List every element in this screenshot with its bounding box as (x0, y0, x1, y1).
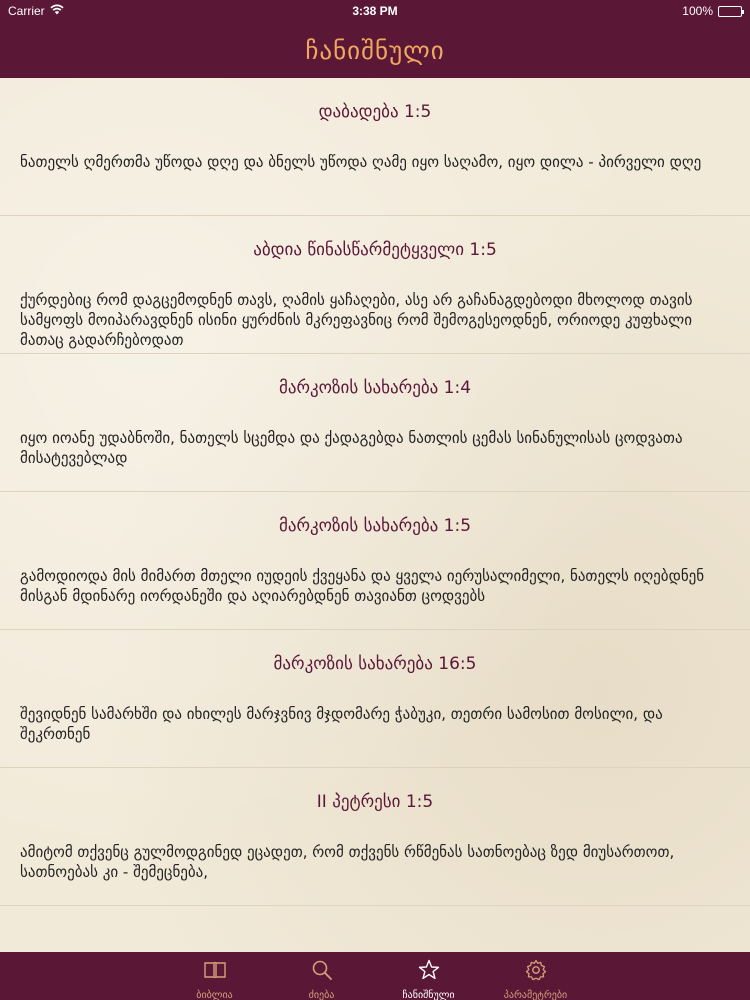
list-item[interactable]: მარკოზის სახარება 1:5 გამოდიოდა მის მიმა… (0, 492, 750, 630)
list-item[interactable]: მარკოზის სახარება 16:5 შევიდნენ სამარხში… (0, 630, 750, 768)
tab-label: ბიბლია (196, 990, 233, 1000)
list-item[interactable]: II პეტრესი 1:5 ამიტომ თქვენც გულმოდგინედ… (0, 768, 750, 906)
battery-icon (718, 5, 744, 17)
tab-bible[interactable]: ბიბლია (161, 952, 268, 1000)
gear-icon (524, 958, 548, 986)
tab-settings[interactable]: პარამეტრები (482, 952, 589, 1000)
tab-label: ჩანიშნული (402, 990, 455, 1000)
page-title: ჩანიშნული (305, 35, 445, 65)
nav-bar: ჩანიშნული (0, 22, 750, 78)
status-right: 100% (682, 4, 744, 18)
search-icon (310, 958, 334, 986)
list-item[interactable]: მარკოზის სახარება 1:4 იყო იოანე უდაბნოში… (0, 354, 750, 492)
verse-text: ნათელს ღმერთმა უწოდა დღე და ბნელს უწოდა … (20, 153, 702, 171)
verse-reference: II პეტრესი 1:5 (316, 792, 434, 812)
tab-label: პარამეტრები (503, 990, 568, 1000)
status-time: 3:38 PM (352, 4, 398, 18)
verse-text: გამოდიოდა მის მიმართ მთელი იუდეის ქვეყან… (20, 567, 705, 605)
verse-text: ამიტომ თქვენც გულმოდგინედ ეცადეთ, რომ თქ… (20, 843, 675, 881)
tab-bookmarks[interactable]: ჩანიშნული (375, 952, 482, 1000)
status-bar: Carrier 3:38 PM 100% (0, 0, 750, 22)
verse-text: ქურდებიც რომ დაგცემოდნენ თავს, ღამის ყაჩ… (20, 291, 693, 349)
star-icon (417, 958, 441, 986)
list-item[interactable]: დაბადება 1:5 ნათელს ღმერთმა უწოდა დღე და… (0, 78, 750, 216)
list-item[interactable]: აბდია წინასწარმეტყველი 1:5 ქურდებიც რომ … (0, 216, 750, 354)
wifi-icon (50, 4, 64, 18)
verse-text: შევიდნენ სამარხში და იხილეს მარჯვნივ მჯდ… (20, 705, 663, 743)
tab-search[interactable]: ძიება (268, 952, 375, 1000)
verse-reference: მარკოზის სახარება 1:4 (278, 378, 472, 398)
book-icon (203, 958, 227, 986)
status-left: Carrier (8, 4, 64, 18)
verse-reference: აბდია წინასწარმეტყველი 1:5 (253, 240, 497, 260)
battery-percent: 100% (682, 4, 713, 18)
tab-label: ძიება (308, 990, 335, 1000)
tab-bar: ბიბლია ძიება ჩანიშნული პარამეტრები (0, 952, 750, 1000)
carrier-label: Carrier (8, 4, 45, 18)
verse-text: იყო იოანე უდაბნოში, ნათელს სცემდა და ქად… (20, 429, 683, 467)
verse-reference: დაბადება 1:5 (318, 102, 432, 122)
verse-reference: მარკოზის სახარება 16:5 (273, 654, 477, 674)
bookmarks-list[interactable]: დაბადება 1:5 ნათელს ღმერთმა უწოდა დღე და… (0, 78, 750, 952)
verse-reference: მარკოზის სახარება 1:5 (278, 516, 472, 536)
